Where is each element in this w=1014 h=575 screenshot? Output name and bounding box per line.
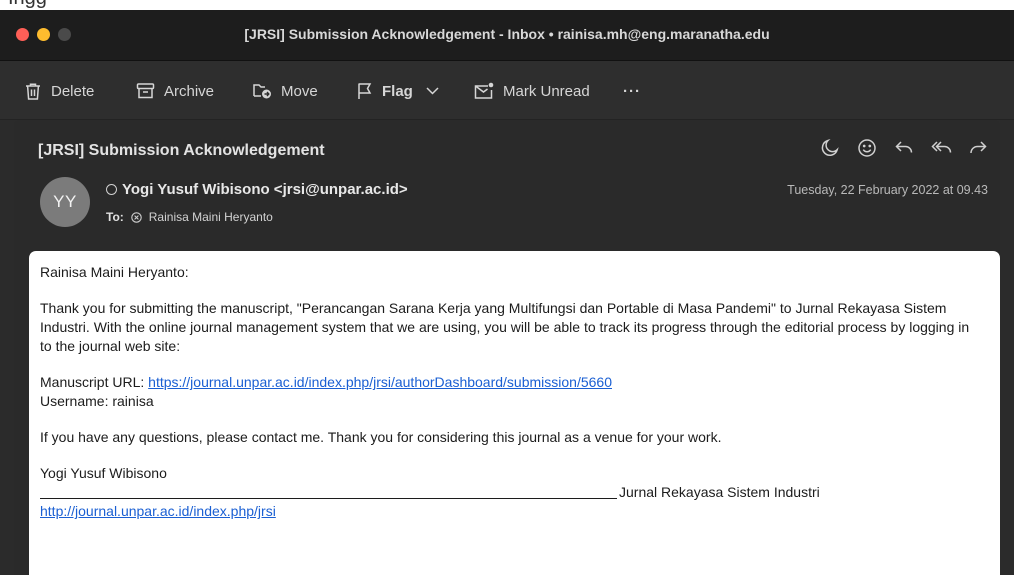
move-folder-icon xyxy=(252,82,272,100)
top-clipped-strip: Ingg xyxy=(0,0,1014,10)
mark-unread-button[interactable]: Mark Unread xyxy=(474,80,590,102)
window-title: [JRSI] Submission Acknowledgement - Inbo… xyxy=(244,26,770,42)
manuscript-url-label: Manuscript URL: xyxy=(40,374,149,390)
flag-button[interactable]: Flag xyxy=(357,80,439,102)
message-viewer: [JRSI] Submission Acknowledgement YY Yog… xyxy=(14,120,1000,575)
recipients: To: Rainisa Maini Heryanto xyxy=(106,210,273,224)
moon-icon[interactable] xyxy=(820,138,840,158)
more-icon: ··· xyxy=(623,82,641,100)
signature-rule xyxy=(40,498,617,499)
greeting: Rainisa Maini Heryanto: xyxy=(40,264,189,280)
message-actions xyxy=(820,138,988,158)
delete-label: Delete xyxy=(51,82,95,100)
flag-icon xyxy=(357,82,373,100)
message-date: Tuesday, 22 February 2022 at 09.43 xyxy=(787,183,988,197)
username-line: Username: rainisa xyxy=(40,393,154,409)
avatar: YY xyxy=(40,177,90,227)
reply-all-icon[interactable] xyxy=(931,138,952,158)
sender[interactable]: Yogi Yusuf Wibisono <jrsi@unpar.ac.id> xyxy=(106,181,408,198)
archive-icon xyxy=(136,82,155,100)
archive-button[interactable]: Archive xyxy=(136,80,214,102)
presence-status-icon xyxy=(106,184,117,195)
flag-label: Flag xyxy=(382,82,413,100)
title-bar: [JRSI] Submission Acknowledgement - Inbo… xyxy=(0,10,1014,61)
smiley-icon[interactable] xyxy=(857,138,877,158)
more-button[interactable]: ··· xyxy=(623,80,641,102)
manuscript-url-link[interactable]: https://journal.unpar.ac.id/index.php/jr… xyxy=(148,374,612,390)
toolbar: Delete Archive Move Flag Mark Unread ··· xyxy=(0,61,1014,120)
signature-line: Jurnal Rekayasa Sistem Industri xyxy=(40,483,975,502)
reply-icon[interactable] xyxy=(894,138,914,158)
clipped-text: Ingg xyxy=(8,0,47,10)
trash-icon xyxy=(24,82,42,101)
move-button[interactable]: Move xyxy=(252,80,318,102)
message-subject: [JRSI] Submission Acknowledgement xyxy=(38,142,325,159)
message-body: Rainisa Maini Heryanto: Thank you for su… xyxy=(29,251,1000,575)
manuscript-info: Manuscript URL: https://journal.unpar.ac… xyxy=(40,373,975,411)
recipient-name[interactable]: Rainisa Maini Heryanto xyxy=(149,210,273,224)
move-label: Move xyxy=(281,82,318,100)
archive-label: Archive xyxy=(164,82,215,100)
body-paragraph-2: If you have any questions, please contac… xyxy=(40,429,722,445)
forward-icon[interactable] xyxy=(968,138,988,158)
mail-window: [JRSI] Submission Acknowledgement - Inbo… xyxy=(0,10,1014,575)
journal-url-link[interactable]: http://journal.unpar.ac.id/index.php/jrs… xyxy=(40,503,276,519)
mark-unread-label: Mark Unread xyxy=(503,82,590,100)
signature-journal: Jurnal Rekayasa Sistem Industri xyxy=(619,484,820,500)
sender-name: Yogi Yusuf Wibisono <jrsi@unpar.ac.id> xyxy=(122,181,408,198)
chevron-down-icon[interactable] xyxy=(426,87,439,95)
recipient-circle-x-icon xyxy=(131,211,142,223)
signature-name: Yogi Yusuf Wibisono xyxy=(40,465,167,481)
delete-button[interactable]: Delete xyxy=(24,80,94,102)
to-label: To: xyxy=(106,210,124,224)
mark-unread-icon xyxy=(474,82,494,100)
body-paragraph-1: Thank you for submitting the manuscript,… xyxy=(40,300,970,354)
